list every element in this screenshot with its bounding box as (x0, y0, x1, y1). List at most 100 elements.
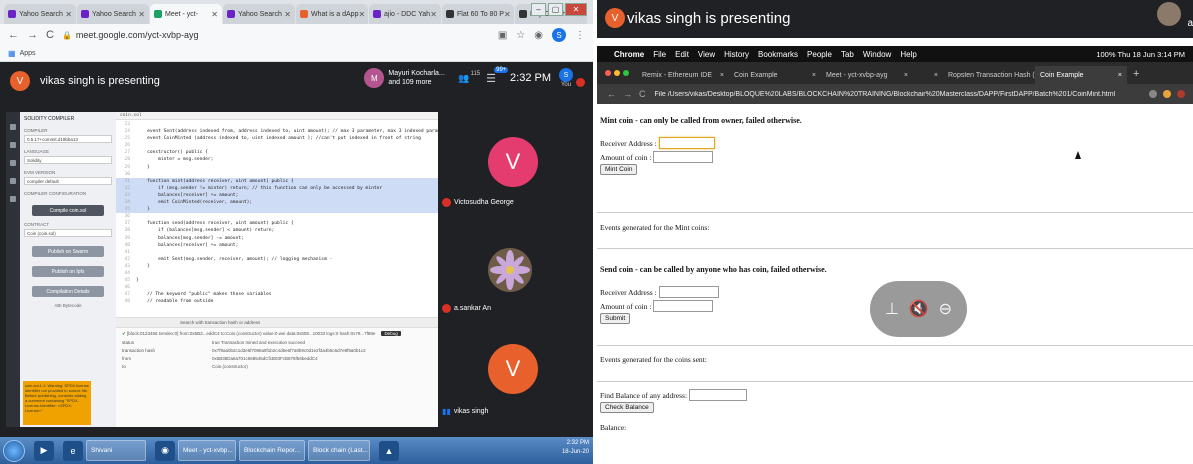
chrome-tab[interactable]: Remix - Ethereum IDE × (637, 66, 729, 84)
menu-item[interactable]: File (653, 50, 666, 59)
tab-close-icon[interactable]: × (812, 72, 816, 79)
publish-ipfs-button[interactable]: Publish on Ipfs (32, 266, 104, 277)
chrome-tab[interactable]: Coin Example × (1035, 66, 1127, 84)
star-icon[interactable] (1149, 90, 1157, 98)
tab-close-icon[interactable]: ✕ (284, 10, 291, 19)
remove-icon[interactable]: ⊖ (939, 299, 952, 319)
profile-icon[interactable] (1177, 90, 1185, 98)
submit-button[interactable]: Submit (600, 313, 631, 324)
balance-address-input[interactable] (689, 389, 748, 401)
menu-item[interactable]: Edit (675, 50, 689, 59)
tab-close-icon[interactable]: ✕ (211, 10, 218, 19)
camera-icon[interactable]: ▣ (498, 30, 507, 41)
tab-close-icon[interactable]: ✕ (358, 10, 365, 19)
menu-item[interactable]: Window (863, 50, 891, 59)
browser-tab[interactable]: ajio - DDC Yah ✕ (369, 4, 441, 24)
editor-tab[interactable]: coin.sol (116, 112, 438, 120)
settings-icon[interactable] (10, 196, 16, 202)
menu-item[interactable]: View (698, 50, 715, 59)
send-amount-input[interactable] (653, 300, 714, 312)
abi-bytecode-links[interactable]: ABI Bytecode (24, 303, 112, 308)
browser-tab[interactable]: Meet - yct- ✕ (150, 4, 222, 24)
media-player-icon[interactable]: ▶ (34, 440, 54, 461)
taskbar-item-meet[interactable]: Meet - yct-xvbp... (178, 440, 236, 461)
apps-grid-icon[interactable]: ▦ (8, 49, 16, 58)
menu-kebab-icon[interactable]: ⋮ (575, 30, 585, 41)
browser-tab[interactable]: Yahoo Search ✕ (223, 4, 295, 24)
code-editor[interactable]: coin.sol 23 24 event Sent(address indexed… (116, 112, 438, 317)
file-explorer-icon[interactable] (10, 124, 16, 130)
code-line: 34 emit CoinMinted(receiver, amount); (116, 199, 438, 207)
pin-icon[interactable]: ⊥ (885, 299, 899, 319)
chrome-tab[interactable]: Meet - yct-xvbp-ayg × (821, 66, 913, 84)
mint-receiver-input[interactable] (658, 137, 715, 149)
vlc-icon[interactable]: ▲ (379, 440, 399, 461)
maximize-button[interactable]: ▢ (548, 3, 563, 16)
compilation-details-button[interactable]: Compilation Details (32, 286, 104, 297)
language-select[interactable]: Solidity (24, 156, 112, 164)
taskbar-item-block-chain[interactable]: Block chain (Last... (308, 440, 370, 461)
file-url[interactable]: File /Users/vikas/Desktop/BLOQUE%20LABS/… (655, 91, 1116, 98)
star-icon[interactable]: ☆ (516, 30, 525, 41)
browser-tab[interactable]: Yahoo Search ✕ (4, 4, 76, 24)
tab-close-icon[interactable]: × (720, 72, 724, 79)
check-balance-button[interactable]: Check Balance (600, 402, 654, 413)
minimize-button[interactable]: – (531, 3, 546, 16)
minimize-dot[interactable] (614, 70, 620, 76)
profile-avatar[interactable]: S (552, 28, 566, 42)
nav-icons[interactable]: ←→C (607, 89, 653, 99)
start-button[interactable] (3, 439, 25, 462)
send-receiver-input[interactable] (658, 286, 719, 298)
plugin-icon[interactable] (10, 178, 16, 184)
compiler-version-select[interactable]: 0.5.17+commit.d19bba13 (24, 135, 112, 143)
mint-amount-input[interactable] (653, 151, 714, 163)
people-icon[interactable]: 👥 (458, 73, 469, 84)
menu-item[interactable]: People (807, 50, 832, 59)
ie-icon[interactable]: e (63, 440, 83, 461)
back-forward-reload-icons[interactable]: ←→C (8, 29, 62, 41)
participant-avatar[interactable]: M (364, 68, 385, 88)
tab-close-icon[interactable]: ✕ (430, 10, 437, 19)
mute-icon[interactable]: 🔇 (909, 299, 929, 319)
contract-select[interactable]: Coin (coin.sol) (24, 229, 112, 237)
tab-close-icon[interactable]: × (904, 72, 908, 79)
self-tile[interactable]: S You (559, 68, 573, 88)
menu-item[interactable]: History (724, 50, 749, 59)
taskbar-item-shivani[interactable]: Shivani (86, 440, 146, 461)
participant-summary[interactable]: Mayuri Kocharla... and 109 more (388, 69, 446, 87)
extension-icon[interactable] (1163, 90, 1171, 98)
tab-close-icon[interactable]: ✕ (504, 10, 511, 19)
url-text[interactable]: meet.google.com/yct-xvbp-ayg (76, 30, 199, 40)
menu-item[interactable]: Chrome (614, 50, 644, 59)
close-dot[interactable] (605, 70, 611, 76)
mint-coin-button[interactable]: Mint Coin (600, 164, 638, 175)
tab-close-icon[interactable]: × (934, 72, 938, 79)
menu-item[interactable]: Bookmarks (758, 50, 798, 59)
browser-tab[interactable]: Yahoo Search ✕ (77, 4, 149, 24)
debug-button[interactable]: Debug (381, 331, 401, 336)
chrome-tab[interactable]: × (913, 66, 943, 84)
chat-icon[interactable]: ☰ 99+ (486, 66, 509, 85)
tab-close-icon[interactable]: × (1118, 72, 1122, 79)
apps-bookmark[interactable]: Apps (20, 50, 36, 57)
zoom-dot[interactable] (623, 70, 629, 76)
publish-swarm-button[interactable]: Publish on Swarm (32, 246, 104, 257)
terminal-search[interactable]: Search with transaction hash or address (180, 320, 260, 325)
taskbar-item-blockchain-report[interactable]: Blockchain Repor... (239, 440, 305, 461)
menu-item[interactable]: Tab (841, 50, 854, 59)
evm-select[interactable]: compiler default (24, 177, 112, 185)
extension-icon[interactable]: ◉ (534, 30, 543, 41)
close-window-button[interactable]: ✕ (565, 3, 587, 16)
menu-item[interactable]: Help (900, 50, 916, 59)
compiler-icon[interactable] (10, 142, 16, 148)
browser-tab[interactable]: What is a dApp ✕ (296, 4, 368, 24)
tab-close-icon[interactable]: ✕ (138, 10, 145, 19)
deploy-icon[interactable] (10, 160, 16, 166)
browser-tab[interactable]: Flat 60 To 80 P ✕ (442, 4, 514, 24)
tab-close-icon[interactable]: ✕ (65, 10, 72, 19)
new-tab-button-right[interactable]: + (1133, 68, 1139, 80)
compile-button[interactable]: Compile coin.sol (32, 205, 104, 216)
chrome-tab[interactable]: Ropsten Transaction Hash (Txh× (943, 66, 1035, 84)
chrome-tab[interactable]: Coin Example × (729, 66, 821, 84)
firefox-icon[interactable]: ◉ (155, 440, 175, 461)
